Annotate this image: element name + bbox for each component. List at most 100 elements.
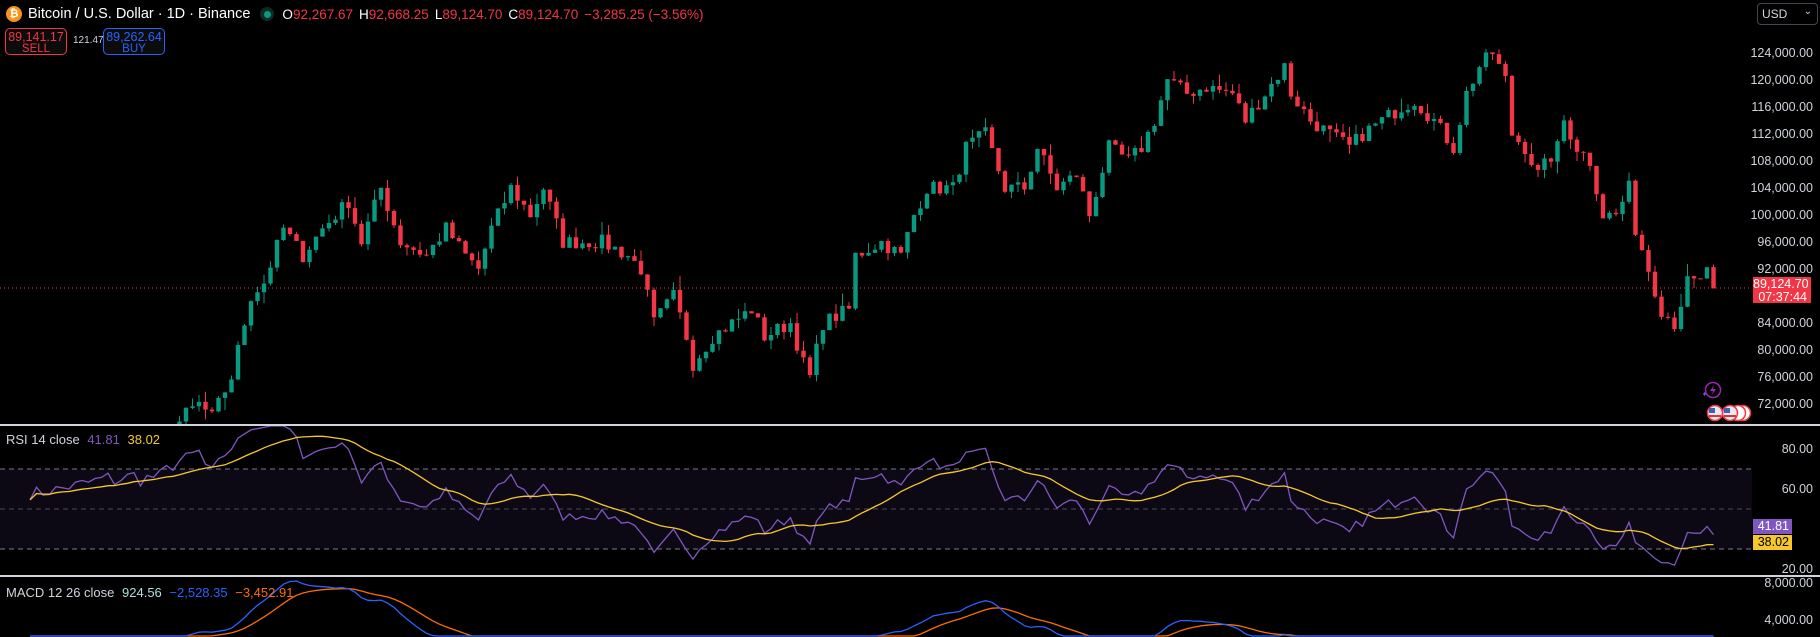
- candle: [450, 219, 455, 239]
- candle-body: [814, 343, 819, 375]
- candle: [1087, 191, 1092, 223]
- candle-body: [554, 201, 559, 219]
- candle: [1236, 83, 1242, 105]
- candle-body: [1379, 117, 1385, 124]
- buy-button[interactable]: 89,262.64 BUY: [103, 28, 165, 55]
- candle: [1685, 263, 1690, 308]
- candle: [1626, 172, 1632, 204]
- candle-body: [1698, 278, 1703, 280]
- candle-body: [1678, 306, 1684, 330]
- candle: [1178, 78, 1183, 85]
- candle: [846, 302, 852, 310]
- candle: [736, 308, 741, 329]
- candle-body: [898, 246, 904, 253]
- candle: [859, 252, 865, 259]
- sell-price: 89,141.17: [8, 30, 64, 44]
- candle: [1360, 128, 1365, 143]
- candle-body: [1210, 86, 1216, 92]
- candle-body: [690, 339, 696, 371]
- candle: [625, 255, 631, 261]
- candle: [1691, 275, 1697, 288]
- candle-body: [573, 237, 579, 249]
- candle: [547, 189, 553, 210]
- bitcoin-logo-icon: ₿: [6, 6, 22, 22]
- candle-body: [242, 325, 247, 345]
- candle-body: [1308, 109, 1313, 122]
- candle-body: [352, 208, 358, 224]
- candle: [593, 243, 598, 253]
- candle: [372, 189, 377, 222]
- candle-body: [1275, 79, 1281, 84]
- candle-body: [313, 236, 319, 250]
- candle: [983, 118, 988, 136]
- candle: [1282, 62, 1287, 83]
- candle: [872, 244, 878, 254]
- symbol-title[interactable]: Bitcoin / U.S. Dollar · 1D · Binance: [28, 6, 250, 22]
- candle-body: [1691, 276, 1697, 279]
- candle: [1217, 74, 1222, 94]
- candle-body: [736, 318, 741, 320]
- candle-body: [924, 193, 930, 209]
- macd-legend[interactable]: MACD 12 26 close 924.56 −2,528.35 −3,452…: [6, 585, 293, 600]
- currency-select[interactable]: USD ⌄: [1757, 3, 1818, 25]
- candle-body: [859, 252, 865, 256]
- candle-body: [1548, 158, 1554, 162]
- macd-value: −2,528.35: [169, 585, 228, 600]
- sell-button[interactable]: 89,141.17 SELL: [5, 28, 67, 55]
- candle: [313, 236, 319, 253]
- low-value: 89,124.70: [442, 6, 503, 22]
- candle: [346, 195, 351, 219]
- candle-body: [1145, 131, 1151, 152]
- candle: [937, 180, 943, 196]
- candle: [1477, 65, 1482, 86]
- candle-body: [944, 185, 949, 194]
- market-open-status-icon: [260, 7, 275, 21]
- candle: [1061, 178, 1066, 195]
- candle: [684, 310, 689, 341]
- candle-body: [443, 222, 449, 242]
- candle: [443, 221, 449, 242]
- rsi-pane[interactable]: [0, 426, 1752, 575]
- candle: [1243, 101, 1248, 124]
- candle: [1022, 177, 1027, 195]
- candle: [1054, 168, 1060, 191]
- candle: [183, 407, 189, 424]
- candle-body: [723, 330, 728, 332]
- candle: [463, 239, 468, 254]
- candle-body: [1470, 83, 1476, 91]
- candle: [1548, 157, 1554, 168]
- candle: [554, 197, 559, 229]
- rsi-legend[interactable]: RSI 14 close 41.81 38.02: [6, 432, 160, 447]
- candle: [1581, 151, 1586, 162]
- candle: [690, 335, 696, 378]
- candle: [1379, 117, 1385, 130]
- candle: [1074, 175, 1079, 178]
- candle: [918, 201, 923, 221]
- candle: [729, 318, 735, 332]
- candle: [599, 222, 605, 254]
- candle: [1308, 102, 1313, 125]
- candle-body: [827, 313, 832, 331]
- rsi-ma-value: 38.02: [127, 432, 161, 447]
- candle: [222, 392, 228, 411]
- candle: [1347, 127, 1352, 154]
- event-markers[interactable]: [1700, 380, 1760, 424]
- candle: [898, 244, 904, 254]
- candle-body: [541, 189, 546, 205]
- candle: [177, 415, 182, 424]
- candle-body: [664, 299, 670, 309]
- price-chart[interactable]: [0, 0, 1752, 424]
- lightning-event-icon[interactable]: [1703, 381, 1722, 399]
- candle: [1048, 144, 1053, 184]
- currency-value: USD: [1762, 7, 1788, 21]
- candle: [1275, 79, 1281, 87]
- candle: [1542, 153, 1547, 179]
- candle: [911, 214, 917, 233]
- candle-body: [710, 343, 715, 352]
- candle-body: [359, 223, 364, 245]
- candle: [1288, 60, 1294, 100]
- candle: [417, 241, 423, 258]
- us-flag-event-icon[interactable]: [1706, 404, 1752, 422]
- candle-body: [781, 323, 787, 333]
- candle-body: [619, 246, 624, 258]
